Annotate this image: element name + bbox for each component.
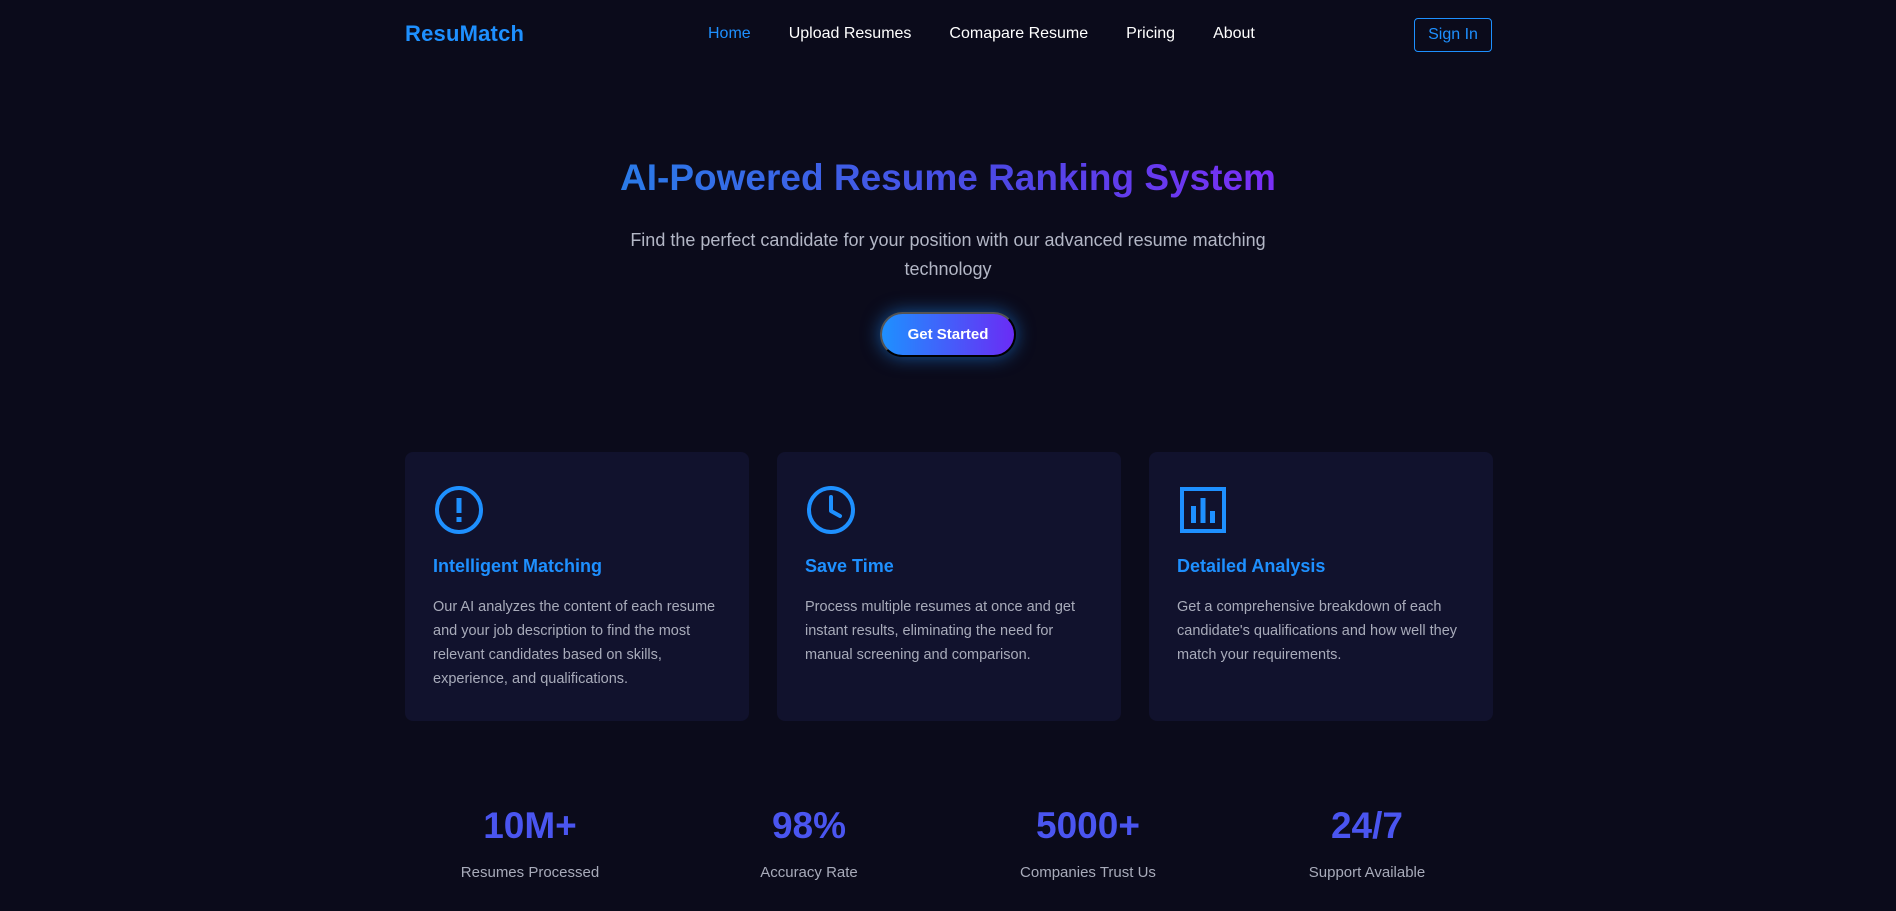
feature-title: Intelligent Matching xyxy=(433,556,602,576)
brand-logo[interactable]: ResuMatch xyxy=(405,21,524,47)
feature-card-intelligent-matching: Intelligent Matching Our AI analyzes the… xyxy=(405,452,749,721)
feature-card-save-time: Save Time Process multiple resumes at on… xyxy=(777,452,1121,721)
hero-title: AI-Powered Resume Ranking System xyxy=(0,154,1896,202)
nav-links: Home Upload Resumes Comapare Resume Pric… xyxy=(708,14,1293,54)
feature-description: Get a comprehensive breakdown of each ca… xyxy=(1177,599,1458,663)
stat-label: Resumes Processed xyxy=(460,864,600,881)
stat-accuracy-rate: 98% Accuracy Rate xyxy=(669,800,949,881)
feature-title: Detailed Analysis xyxy=(1177,556,1326,576)
stat-value: 5000+ xyxy=(1036,805,1140,846)
sign-in-button[interactable]: Sign In xyxy=(1414,18,1492,52)
hero-title-text: AI-Powered Resume Ranking System xyxy=(620,157,1276,198)
stat-value: 98% xyxy=(771,805,847,846)
nav-link-pricing[interactable]: Pricing xyxy=(1126,25,1175,43)
feature-card-detailed-analysis: Detailed Analysis Get a comprehensive br… xyxy=(1149,452,1493,721)
nav-link-home[interactable]: Home xyxy=(708,25,751,43)
page: ResuMatch Home Upload Resumes Comapare R… xyxy=(0,0,1896,911)
nav-link-upload-resumes[interactable]: Upload Resumes xyxy=(789,25,912,43)
clock-icon xyxy=(807,486,855,534)
nav-link-compare-resume[interactable]: Comapare Resume xyxy=(949,25,1088,43)
hero-subtitle: Find the perfect candidate for your posi… xyxy=(630,230,1266,279)
stat-label: Support Available xyxy=(1308,864,1426,881)
navbar: ResuMatch Home Upload Resumes Comapare R… xyxy=(405,14,1492,54)
stat-label: Companies Trust Us xyxy=(1020,864,1156,881)
bar-chart-icon xyxy=(1180,487,1226,533)
stat-label: Accuracy Rate xyxy=(760,864,858,881)
stat-companies-trust: 5000+ Companies Trust Us xyxy=(948,800,1228,881)
feature-title: Save Time xyxy=(805,556,894,576)
stat-support-available: 24/7 Support Available xyxy=(1227,800,1507,881)
get-started-button[interactable]: Get Started xyxy=(880,312,1016,357)
stat-resumes-processed: 10M+ Resumes Processed xyxy=(390,800,670,881)
stat-value: 24/7 xyxy=(1330,805,1403,846)
feature-description: Our AI analyzes the content of each resu… xyxy=(433,599,716,687)
feature-description: Process multiple resumes at once and get… xyxy=(805,599,1075,663)
alert-circle-icon xyxy=(435,486,483,534)
nav-link-about[interactable]: About xyxy=(1213,25,1255,43)
stat-value: 10M+ xyxy=(483,805,577,846)
